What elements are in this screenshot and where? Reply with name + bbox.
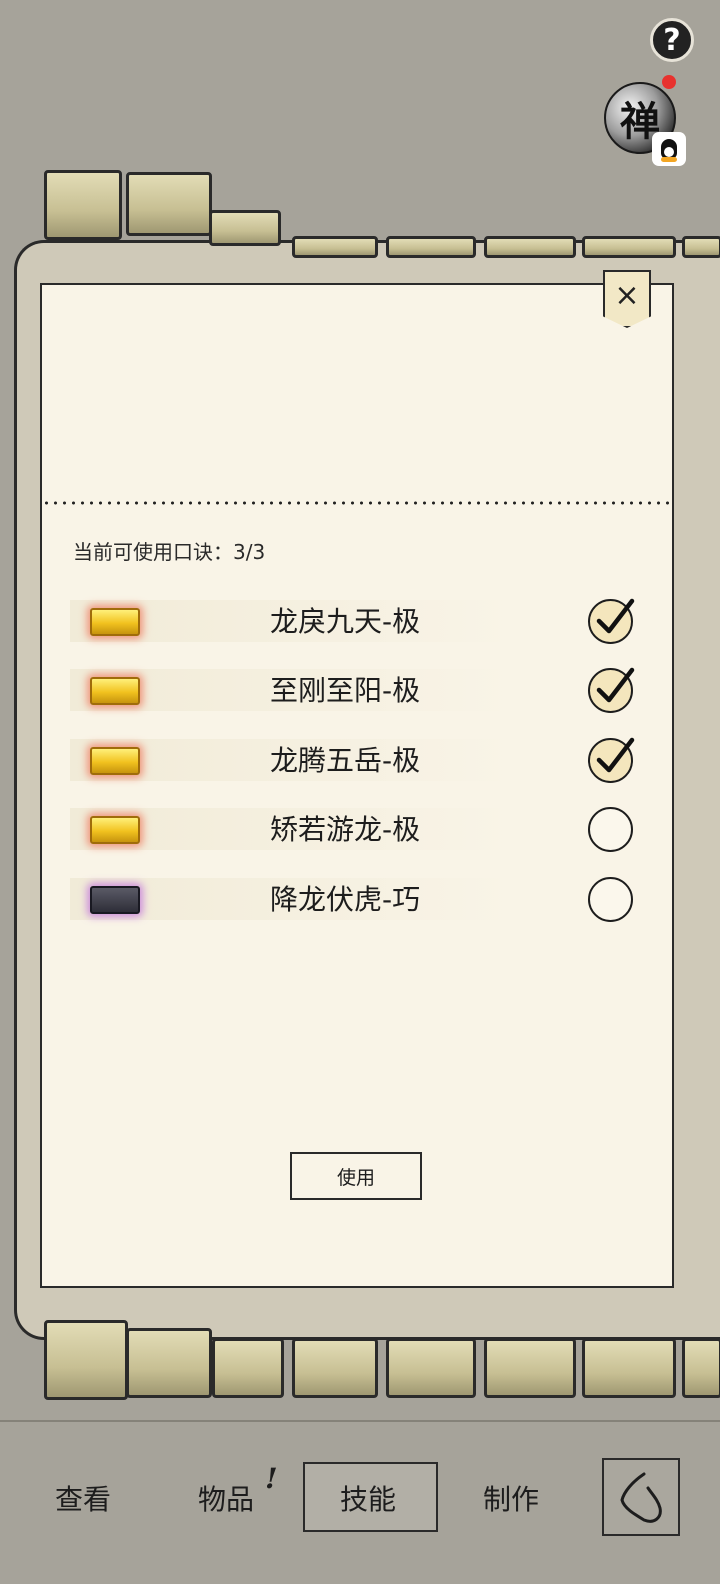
skill-book-icon xyxy=(90,608,140,636)
nav-tab-craft[interactable]: 制作 xyxy=(483,1478,539,1518)
back-arrow-icon xyxy=(620,1472,662,1523)
notification-dot xyxy=(662,75,676,89)
dotted-divider xyxy=(42,500,672,506)
skill-book-icon xyxy=(90,886,140,914)
close-button[interactable]: × xyxy=(603,270,651,328)
list-item[interactable]: 矫若游龙-极 xyxy=(70,800,650,858)
skill-name: 龙腾五岳-极 xyxy=(270,744,421,777)
skill-book-icon xyxy=(90,747,140,775)
skill-name: 降龙伏虎-巧 xyxy=(270,883,421,916)
skill-book-icon xyxy=(90,677,140,705)
list-item[interactable]: 至刚至阳-极 xyxy=(70,661,650,719)
unselected-checkbox[interactable] xyxy=(588,877,633,922)
help-icon[interactable]: ? xyxy=(650,18,694,62)
use-button[interactable]: 使用 xyxy=(290,1152,422,1200)
nav-tab-items[interactable]: 物品 xyxy=(198,1478,254,1518)
usable-count-label: 当前可使用口诀：3/3 xyxy=(73,540,266,564)
nav-tab-skills[interactable]: 技能 xyxy=(340,1478,396,1518)
skill-name: 矫若游龙-极 xyxy=(270,813,421,846)
skill-book-icon xyxy=(90,816,140,844)
qq-penguin-icon xyxy=(652,132,686,166)
nav-divider xyxy=(0,1420,720,1422)
back-button[interactable] xyxy=(602,1458,680,1536)
list-item[interactable]: 降龙伏虎-巧 xyxy=(70,870,650,928)
nav-tab-view[interactable]: 查看 xyxy=(55,1478,111,1518)
scroll-rod-top xyxy=(14,170,720,258)
unselected-checkbox[interactable] xyxy=(588,807,633,852)
list-item[interactable]: 龙腾五岳-极 xyxy=(70,731,650,789)
skill-name: 龙戾九天-极 xyxy=(270,605,421,638)
selected-checkbox[interactable] xyxy=(588,737,635,783)
skill-name: 至刚至阳-极 xyxy=(270,674,421,707)
selected-checkbox[interactable] xyxy=(588,667,635,713)
scroll-rod-bottom xyxy=(14,1320,720,1400)
selected-checkbox[interactable] xyxy=(588,598,635,644)
list-item[interactable]: 龙戾九天-极 xyxy=(70,592,650,650)
